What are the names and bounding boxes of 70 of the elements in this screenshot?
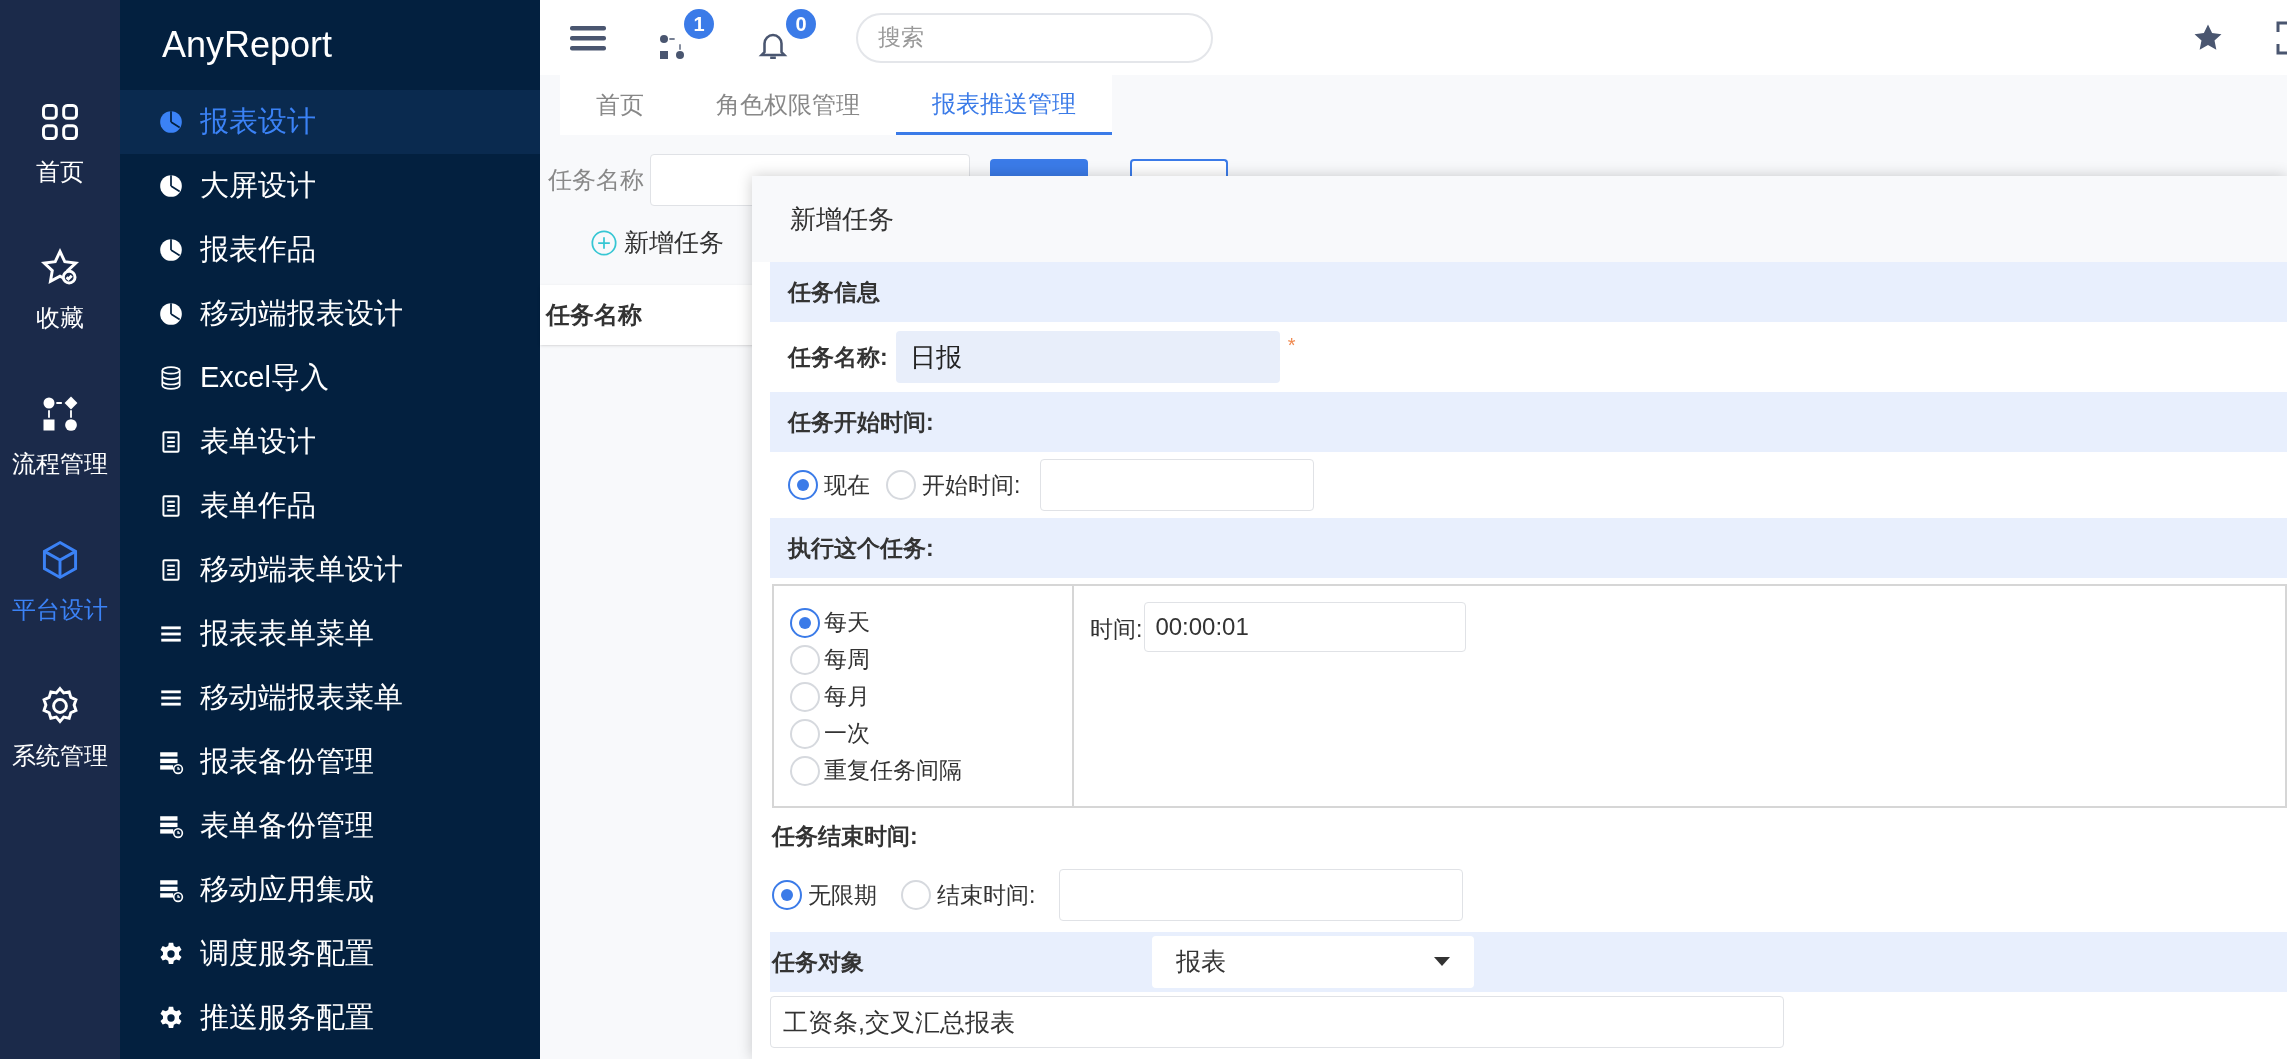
column-header: 任务名称 [546, 300, 642, 330]
pie-chart-icon [158, 173, 184, 199]
rail-item[interactable]: 流程管理 [0, 392, 120, 516]
nav-item[interactable]: 移动端报表菜单 [120, 666, 540, 730]
section-heading: 任务对象 [772, 947, 865, 977]
option-label: 一次 [824, 719, 870, 749]
rail-item[interactable]: 首页 [0, 100, 120, 224]
section-heading: 任务信息 [788, 277, 880, 307]
nav-item[interactable]: 移动端报表设计 [120, 282, 540, 346]
nav-item[interactable]: 报表表单菜单 [120, 602, 540, 666]
nav-item[interactable]: 表单设计 [120, 410, 540, 474]
search-field[interactable]: 搜索 [856, 12, 1213, 63]
nav-item[interactable]: 推送服务配置 [120, 986, 540, 1050]
dialog-title: 新增任务 [790, 202, 894, 236]
settings-icon [158, 1005, 184, 1031]
server-clock-icon [158, 749, 184, 775]
option-label: 无限期 [808, 880, 877, 910]
app-title: AnyReport [162, 23, 333, 67]
notification-badge: 1 [684, 8, 714, 39]
plus-circle-icon [590, 229, 618, 257]
rail-item[interactable]: 收藏 [0, 246, 120, 370]
radio-button[interactable] [788, 470, 818, 500]
required-mark: * [1287, 333, 1296, 358]
section-heading: 任务开始时间: [788, 407, 934, 437]
server-clock-icon [158, 813, 184, 839]
option-label: 每月 [824, 682, 870, 712]
tab[interactable]: 首页 [560, 75, 680, 135]
fullscreen-icon[interactable] [2275, 20, 2287, 55]
nav-item[interactable]: 移动应用集成 [120, 858, 540, 922]
pie-chart-icon [158, 301, 184, 327]
caret-icon [1434, 957, 1450, 967]
option-label: 现在 [824, 470, 870, 500]
notification-badge: 0 [786, 8, 816, 39]
nav-item[interactable]: 表单作品 [120, 474, 540, 538]
field-label: 任务名称: [788, 342, 888, 372]
radio-button[interactable] [790, 607, 820, 638]
add-task-button[interactable]: 新增任务 [590, 215, 724, 271]
rail-item[interactable]: 系统管理 [0, 684, 120, 808]
server-clock-icon [158, 877, 184, 903]
section-heading: 执行这个任务: [788, 533, 934, 563]
target-select[interactable]: 报表 [1152, 936, 1474, 988]
option-label: 每天 [824, 608, 870, 638]
radio-button[interactable] [772, 880, 802, 910]
nav-item[interactable]: 报表设计 [120, 90, 540, 154]
task-name-field[interactable]: 日报 [895, 331, 1280, 383]
option-label: 开始时间: [922, 470, 1021, 500]
report-list-field[interactable]: 工资条,交叉汇总报表 [770, 996, 1784, 1048]
nav-item[interactable]: 调度服务配置 [120, 922, 540, 986]
pie-chart-icon [158, 237, 184, 263]
time-field[interactable]: 00:00:01 [1144, 602, 1467, 652]
option-label: 结束时间: [937, 880, 1036, 910]
nav-item[interactable]: 大屏设计 [120, 154, 540, 218]
nav-item[interactable]: 报表作品 [120, 218, 540, 282]
tab[interactable]: 报表推送管理 [896, 75, 1112, 135]
nav-item[interactable]: Excel导入 [120, 346, 540, 410]
tab[interactable]: 角色权限管理 [680, 75, 896, 135]
nav-item[interactable]: 表单备份管理 [120, 794, 540, 858]
rail-item[interactable]: 平台设计 [0, 538, 120, 662]
end-time-field[interactable] [1059, 869, 1464, 921]
pie-chart-icon [158, 109, 184, 135]
option-label: 重复任务间隔 [824, 756, 962, 786]
settings-icon [158, 941, 184, 967]
field-label: 任务名称 [548, 165, 644, 195]
nav-item[interactable]: 移动端表单设计 [120, 538, 540, 602]
nav-item[interactable]: 报表备份管理 [120, 730, 540, 794]
field-label: 时间: [1090, 615, 1143, 644]
database-icon [158, 365, 184, 391]
option-label: 每周 [824, 645, 870, 675]
section-heading: 任务结束时间: [772, 821, 918, 851]
start-time-field[interactable] [1040, 459, 1315, 511]
